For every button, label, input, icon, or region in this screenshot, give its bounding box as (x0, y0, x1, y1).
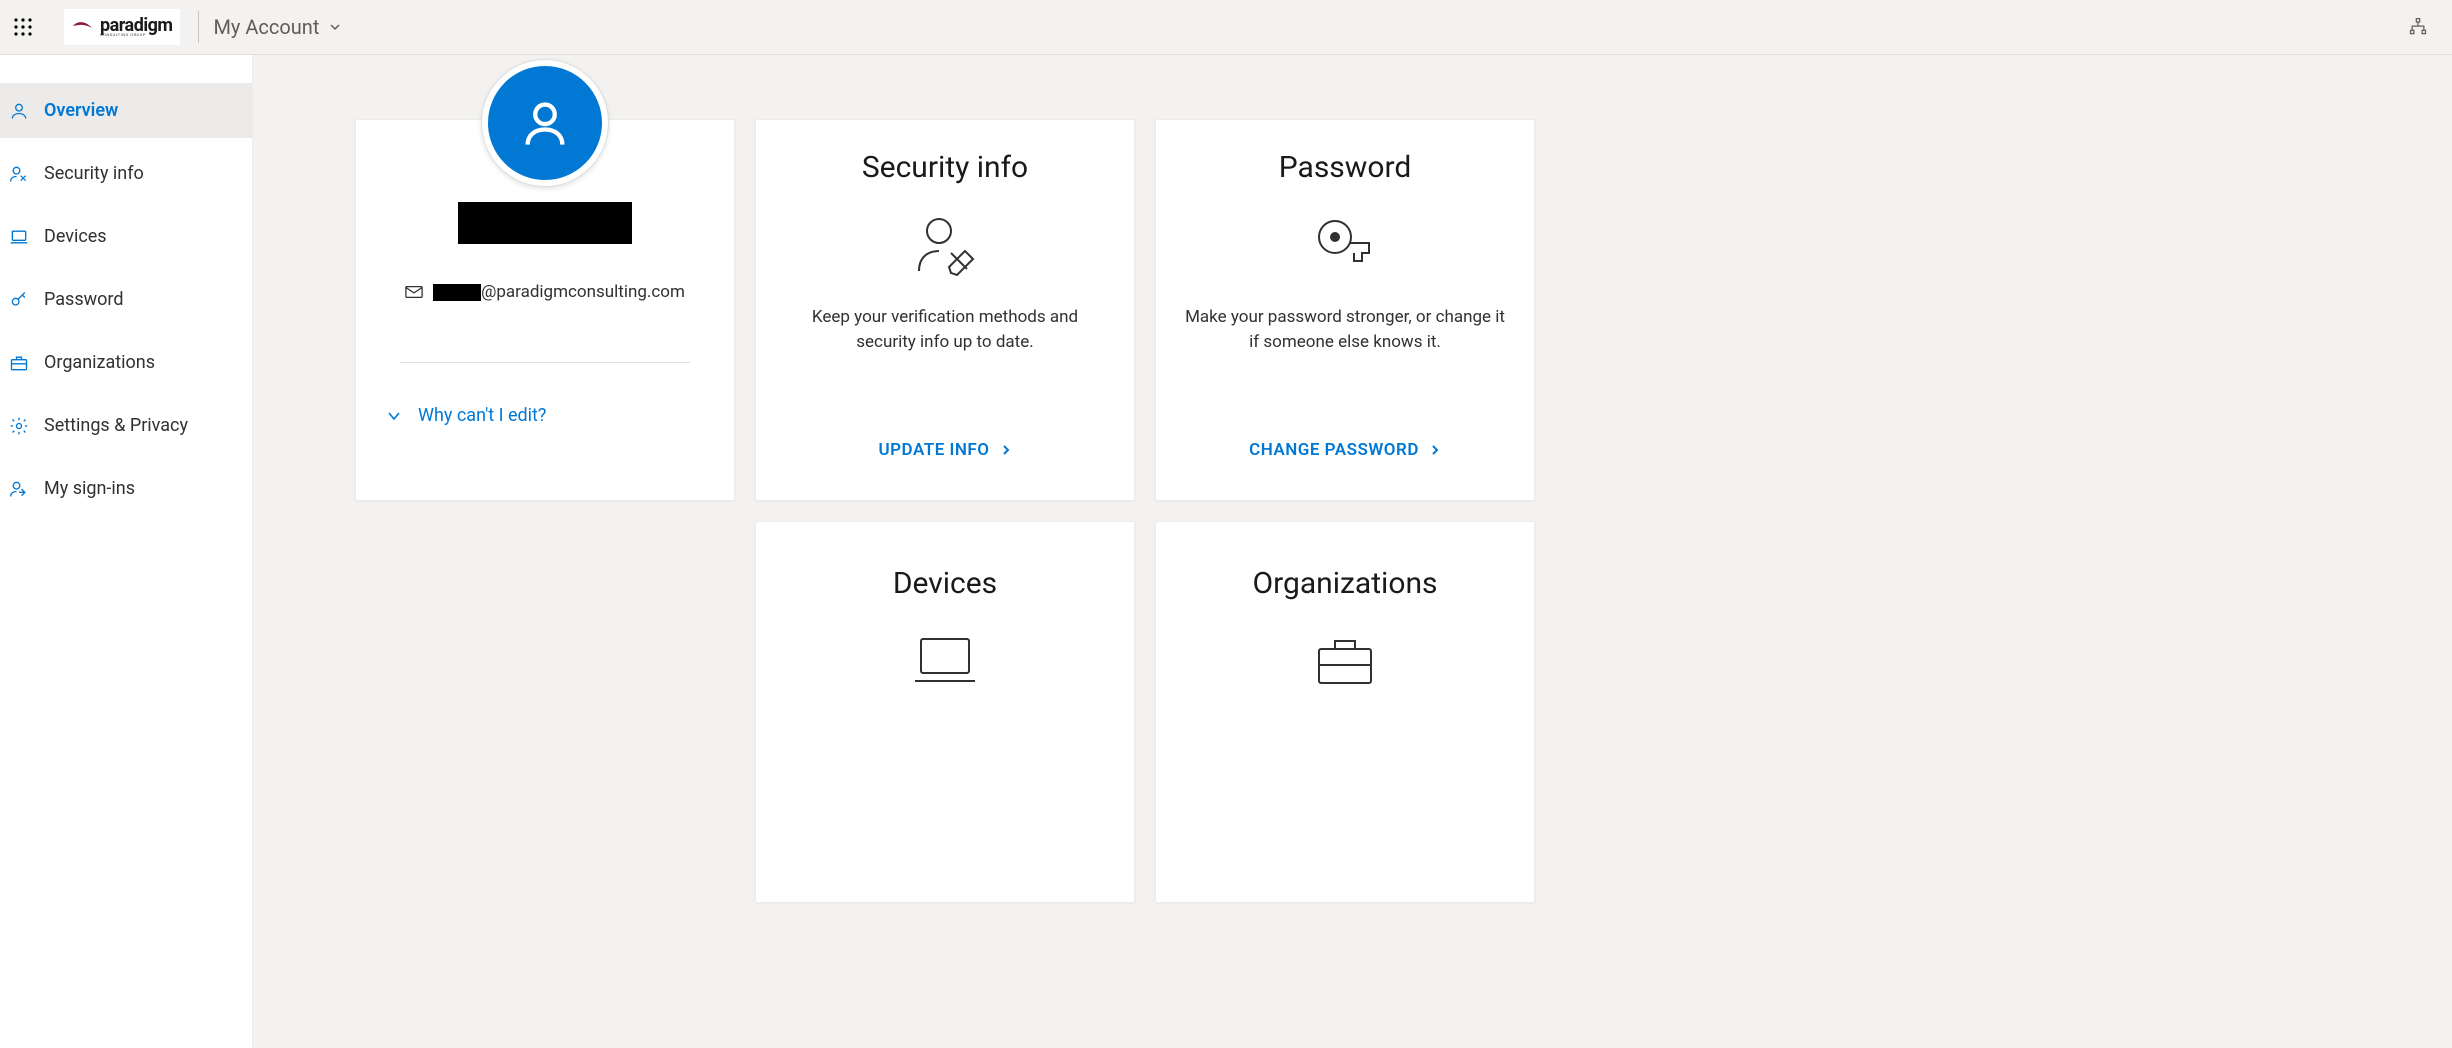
briefcase-icon (8, 352, 30, 374)
waffle-icon (13, 17, 33, 37)
user-name-redacted (458, 202, 632, 244)
sidebar-item-label: Password (44, 289, 124, 310)
change-password-link[interactable]: CHANGE PASSWORD (1249, 440, 1441, 460)
sidebar-item-password[interactable]: Password (0, 272, 252, 327)
chevron-down-icon (386, 408, 402, 424)
password-card: Password Make your password stronger, or… (1155, 119, 1535, 501)
card-description: Keep your verification methods and secur… (785, 305, 1105, 354)
my-account-dropdown[interactable]: My Account (213, 15, 341, 39)
briefcase-icon (1309, 625, 1381, 697)
profile-card: @paradigmconsulting.com Why can't I edit… (355, 119, 735, 501)
card-description: Make your password stronger, or change i… (1185, 305, 1505, 354)
chevron-down-icon (329, 21, 341, 33)
devices-card: Devices (755, 521, 1135, 903)
security-info-icon (909, 209, 981, 281)
card-title: Security info (862, 150, 1028, 185)
chevron-right-icon (1429, 444, 1441, 456)
security-info-icon (8, 163, 30, 185)
sign-in-icon (8, 478, 30, 500)
brand-logo[interactable]: paradigm CONSULTING GROUP (64, 9, 180, 45)
sidebar-item-security-info[interactable]: Security info (0, 146, 252, 201)
why-edit-label: Why can't I edit? (418, 405, 546, 426)
top-bar: paradigm CONSULTING GROUP My Account (0, 0, 2452, 55)
sidebar-item-label: Settings & Privacy (44, 415, 188, 436)
sidebar-item-label: Overview (44, 100, 118, 121)
sidebar-item-label: My sign-ins (44, 478, 135, 499)
email-text: @paradigmconsulting.com (433, 282, 685, 302)
org-tree-icon (2408, 17, 2428, 37)
user-email: @paradigmconsulting.com (405, 282, 685, 302)
divider (198, 11, 199, 43)
card-title: Organizations (1252, 566, 1437, 601)
paradigm-swoosh-icon (72, 18, 94, 36)
sidebar-item-label: Organizations (44, 352, 155, 373)
email-user-redacted (433, 284, 481, 301)
sidebar-item-label: Devices (44, 226, 107, 247)
device-icon (909, 625, 981, 697)
app-launcher-button[interactable] (6, 10, 40, 44)
gear-icon (8, 415, 30, 437)
main-content: @paradigmconsulting.com Why can't I edit… (253, 55, 2452, 1048)
why-cant-i-edit-link[interactable]: Why can't I edit? (380, 405, 546, 426)
person-icon (519, 97, 571, 149)
sidebar-item-organizations[interactable]: Organizations (0, 335, 252, 390)
update-info-link[interactable]: UPDATE INFO (878, 440, 1011, 460)
chevron-right-icon (1000, 444, 1012, 456)
mail-icon (405, 285, 423, 299)
sidebar-item-devices[interactable]: Devices (0, 209, 252, 264)
brand-subtitle: CONSULTING GROUP (100, 33, 172, 37)
sidebar: Overview Security info Devices (0, 55, 253, 1048)
sidebar-item-overview[interactable]: Overview (0, 83, 252, 138)
laptop-icon (8, 226, 30, 248)
card-title: Password (1279, 150, 1412, 185)
action-label: UPDATE INFO (878, 440, 989, 460)
avatar (482, 60, 608, 186)
card-title: Devices (893, 566, 997, 601)
key-icon (1309, 209, 1381, 281)
key-icon (8, 289, 30, 311)
person-icon (8, 100, 30, 122)
organizations-card: Organizations (1155, 521, 1535, 903)
divider (400, 362, 690, 363)
page-title: My Account (213, 15, 319, 39)
security-info-card: Security info Keep your verification met… (755, 119, 1135, 501)
sidebar-item-settings-privacy[interactable]: Settings & Privacy (0, 398, 252, 453)
org-tree-button[interactable] (2408, 17, 2446, 37)
email-domain: @paradigmconsulting.com (481, 282, 685, 302)
sidebar-item-my-signins[interactable]: My sign-ins (0, 461, 252, 516)
sidebar-item-label: Security info (44, 163, 144, 184)
action-label: CHANGE PASSWORD (1249, 440, 1419, 460)
